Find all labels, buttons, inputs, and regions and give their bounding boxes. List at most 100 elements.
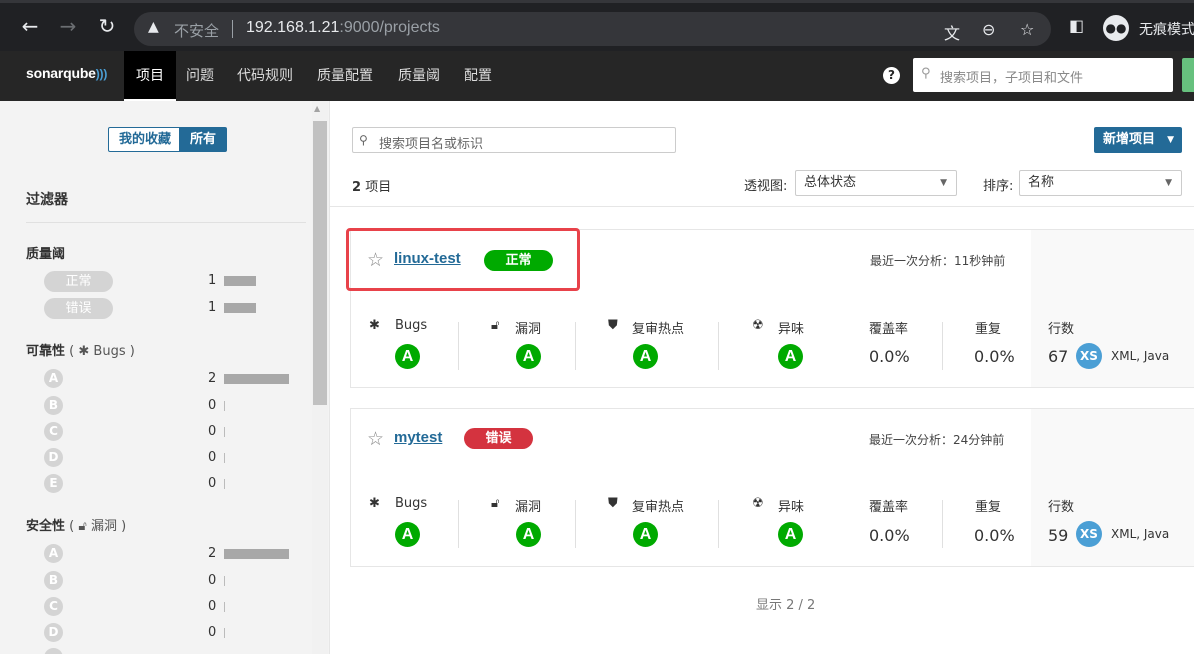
address-bar[interactable]: ▲ 不安全 192.168.1.21:9000/projects 文 ⊖ ☆ [134,12,1051,46]
gate-error-bar [224,303,256,313]
perspective-value: 总体状态 [804,175,857,190]
hotspots-rating[interactable]: A [633,522,658,547]
dup-value[interactable]: 0.0% [974,347,1015,366]
gate-error-count: 1 [208,300,217,315]
security-b-count: 0 [208,573,217,588]
global-search-input[interactable]: ⚲ 搜索项目，子项目和文件 [913,58,1173,92]
coverage-value[interactable]: 0.0% [869,526,910,545]
search-icon: ⚲ [921,66,931,81]
security-filter-a[interactable]: A [44,544,63,563]
project-search-input[interactable]: ⚲ 搜索项目名或标识 [352,127,676,153]
nav-rules[interactable]: 代码规则 [225,51,305,101]
new-project-label: 新增项目 [1103,132,1156,147]
reliability-filter-a[interactable]: A [44,369,63,388]
security-c-bar [224,602,225,612]
lines-value[interactable]: 59 [1048,526,1068,545]
nav-projects[interactable]: 项目 [124,51,176,101]
zoom-icon[interactable]: ⊖ [982,20,995,39]
gate-filter-error[interactable]: 错误 [44,298,113,319]
browser-toolbar: ← → ↻ ▲ 不安全 192.168.1.21:9000/projects 文… [0,0,1194,51]
bug-icon: ✱ [78,344,90,359]
reliability-c-bar [224,427,225,437]
chevron-down-icon: ▼ [940,178,947,188]
sidebar-scroll-thumb[interactable] [313,121,327,405]
all-toggle[interactable]: 所有 [179,127,228,152]
hotspots-rating[interactable]: A [633,344,658,369]
dup-value[interactable]: 0.0% [974,526,1015,545]
nav-issues[interactable]: 问题 [174,51,226,101]
metric-separator [942,322,943,370]
sonarqube-logo[interactable]: sonarqube))) [26,65,107,81]
translate-icon[interactable]: 文 [944,20,960,44]
create-button[interactable] [1182,58,1194,92]
gate-ok-bar [224,276,256,286]
metric-separator [942,500,943,548]
lines-label: 行数 [1048,500,1075,515]
bugs-label: Bugs [395,318,428,333]
shield-icon: ⛊ [608,496,618,511]
security-d-bar [224,628,225,638]
security-d-count: 0 [208,625,217,640]
sidepanel-icon[interactable]: ◧ [1069,16,1084,35]
vulns-label: 漏洞 [515,322,542,337]
favorite-star-icon[interactable]: ☆ [367,428,384,450]
scroll-up-icon[interactable]: ▲ [314,104,320,113]
security-c-count: 0 [208,599,217,614]
nav-quality-gates[interactable]: 质量阈 [386,51,452,101]
coverage-value[interactable]: 0.0% [869,347,910,366]
perspective-label: 透视图: [744,179,788,194]
metric-separator [458,322,459,370]
url-text[interactable]: 192.168.1.21:9000/projects [246,19,440,37]
url-path: :9000/projects [339,19,440,36]
lines-value[interactable]: 67 [1048,347,1068,366]
new-project-button[interactable]: 新增项目 ▼ [1094,127,1182,153]
help-icon[interactable]: ? [883,67,900,84]
chevron-down-icon: ▼ [1165,178,1172,188]
top-navigation: sonarqube))) 项目 问题 代码规则 质量配置 质量阈 配置 ? ⚲ … [0,51,1194,101]
nav-quality-profiles[interactable]: 质量配置 [305,51,385,101]
quality-gate-title: 质量阈 [26,247,66,262]
smells-label: 异味 [778,322,805,337]
reliability-b-count: 0 [208,398,217,413]
reliability-c-count: 0 [208,424,217,439]
reliability-b-bar [224,401,225,411]
reliability-sub: Bugs [93,344,126,359]
search-icon: ⚲ [359,133,368,147]
security-filter-b[interactable]: B [44,571,63,590]
reliability-filter-d[interactable]: D [44,448,63,467]
bug-icon: ✱ [369,318,380,333]
dup-label: 重复 [975,500,1002,515]
metric-separator [575,500,576,548]
sort-select[interactable]: 名称 ▼ [1019,170,1182,196]
back-icon[interactable]: ← [16,12,44,40]
nav-administration[interactable]: 配置 [452,51,504,101]
security-sub: 漏洞 [90,519,117,534]
reliability-filter-c[interactable]: C [44,422,63,441]
security-filter-c[interactable]: C [44,597,63,616]
project-name-link[interactable]: mytest [394,429,442,446]
metric-separator [575,322,576,370]
size-badge: XS [1076,521,1102,547]
dup-label: 重复 [975,322,1002,337]
reliability-title-text: 可靠性 [26,344,66,359]
security-filter-d[interactable]: D [44,623,63,642]
reliability-e-bar [224,479,225,489]
smells-rating[interactable]: A [778,522,803,547]
gate-filter-ok[interactable]: 正常 [44,271,113,292]
perspective-select[interactable]: 总体状态 ▼ [795,170,957,196]
last-analysis: 最近一次分析：11秒钟前 [870,254,1006,268]
smells-rating[interactable]: A [778,344,803,369]
reliability-filter-b[interactable]: B [44,396,63,415]
reload-icon[interactable]: ↻ [93,12,121,40]
divider [26,222,306,223]
bugs-rating[interactable]: A [395,344,420,369]
chevron-down-icon: ▼ [1167,135,1174,145]
vulns-rating[interactable]: A [516,344,541,369]
vulns-rating[interactable]: A [516,522,541,547]
bookmark-star-icon[interactable]: ☆ [1020,20,1034,39]
forward-icon[interactable]: → [54,12,82,40]
bugs-rating[interactable]: A [395,522,420,547]
incognito-icon[interactable]: ●● [1103,15,1129,41]
reliability-filter-e[interactable]: E [44,474,63,493]
favorites-toggle[interactable]: 我的收藏 [108,127,183,152]
